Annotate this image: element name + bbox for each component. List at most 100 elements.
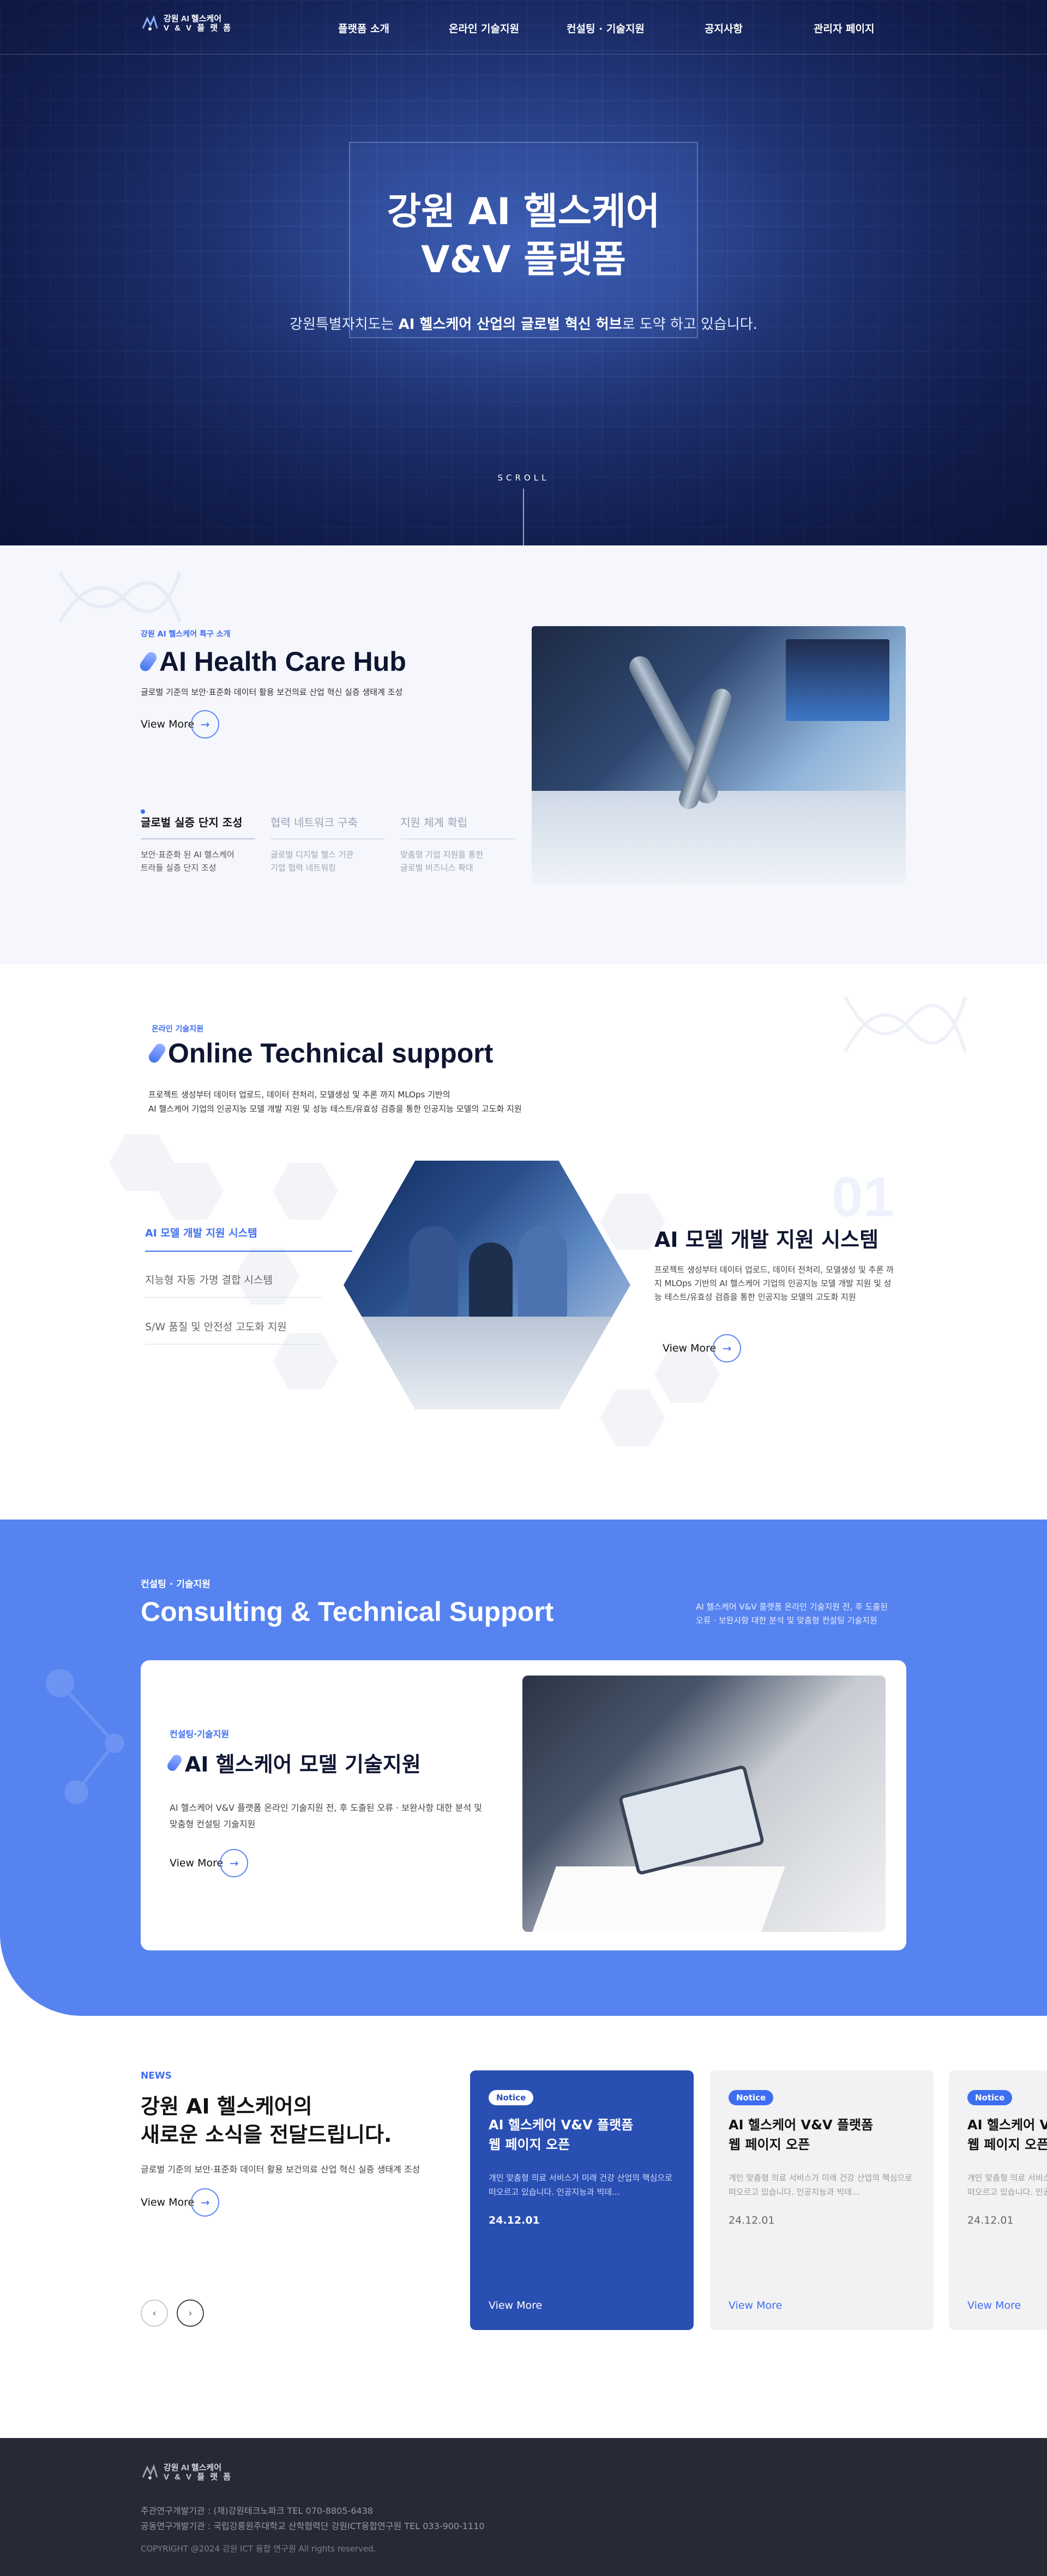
tab-underline (400, 838, 515, 839)
online-desc-line2: AI 헬스케어 기업의 인공지능 모델 개발 지원 및 성능 테스트/유효성 검… (148, 1104, 522, 1114)
news-card-title-line1: AI 헬스케어 V&V 플랫폼 (967, 2117, 1047, 2133)
nav-notice[interactable]: 공지사항 (705, 21, 743, 35)
nav-admin[interactable]: 관리자 페이지 (814, 21, 875, 35)
arrow-right-icon: → (191, 710, 220, 738)
hub-title: AI Health Care Hub (137, 646, 406, 677)
hub-tab-desc-line1: 맞춤형 기업 지원을 통한 (400, 850, 484, 860)
hero-subtitle: 강원특별자치도는 AI 헬스케어 산업의 글로벌 혁신 허브로 도약 하고 있습… (0, 313, 1047, 333)
footer-logo[interactable]: 강원 AI 헬스케어 V & V 플 랫 폼 (141, 2463, 232, 2482)
news-card-title: AI 헬스케어 V&V 플랫폼웹 페이지 오픈 (967, 2115, 1047, 2154)
news-title-line1: 강원 AI 헬스케어의 (141, 2094, 312, 2118)
hero-sub-post: 로 도약 하고 있습니다. (622, 316, 757, 333)
photo-table (532, 791, 906, 884)
card-desc-line2: 맞춤형 컨설팅 기술지원 (170, 1819, 256, 1829)
menu-divider (145, 1297, 322, 1298)
chevron-left-icon: ‹ (152, 2307, 157, 2319)
news-card-title-line2: 웹 페이지 오픈 (489, 2137, 570, 2152)
news-card[interactable]: Notice AI 헬스케어 V&V 플랫폼웹 페이지 오픈 개인 맞춤형 의료… (470, 2070, 694, 2330)
online-title-text: Online Technical support (168, 1038, 494, 1068)
detail-description: 프로젝트 생성부터 데이터 업로드, 데이터 전처리, 모델생성 및 추론 까지… (654, 1265, 894, 1302)
hub-tab-desc-line2: 트라들 실증 단지 조성 (141, 863, 216, 873)
nav-online-support[interactable]: 온라인 기술지원 (449, 21, 519, 35)
online-support-section: 온라인 기술지원 Online Technical support 프로젝트 생… (0, 964, 1047, 1520)
hub-tab-desc: 글로벌 디지털 헬스 기관 기업 협력 네트워킹 (270, 848, 385, 874)
consult-summary-line1: AI 헬스케어 V&V 플랫폼 온라인 기술지원 전, 후 도출된 (696, 1602, 888, 1612)
footer: 강원 AI 헬스케어 V & V 플 랫 폼 주관연구개발기관 : (재)강원테… (0, 2438, 1047, 2576)
menu-active-line (145, 1251, 352, 1252)
news-card-view-more[interactable]: View More (489, 2299, 542, 2311)
hub-tab-network[interactable]: 협력 네트워크 구축 글로벌 디지털 헬스 기관 기업 협력 네트워킹 (270, 814, 385, 874)
news-card-view-more[interactable]: View More (967, 2299, 1021, 2311)
online-desc-line1: 프로젝트 생성부터 데이터 업로드, 데이터 전처리, 모델생성 및 추론 까지… (148, 1090, 450, 1100)
hub-tab-support-system[interactable]: 지원 체계 확립 맞춤형 기업 지원을 통한 글로벌 비즈니스 확대 (400, 814, 515, 874)
news-card-date: 24.12.01 (489, 2214, 540, 2226)
hub-description: 글로벌 기준의 보안·표준화 데이터 활용 보건의료 산업 혁신 실증 생태계 … (141, 687, 403, 697)
logo-icon (141, 2463, 159, 2482)
team-meeting-photo (344, 1161, 630, 1409)
news-card-title-line1: AI 헬스케어 V&V 플랫폼 (729, 2117, 874, 2133)
menu-pseudonym-system[interactable]: 지능형 자동 가명 결합 시스템 (145, 1272, 273, 1287)
menu-ai-model-dev[interactable]: AI 모델 개발 지원 시스템 (145, 1225, 257, 1240)
news-view-more-button[interactable]: View More → (141, 2188, 220, 2217)
card-title: AI 헬스케어 모델 기술지원 (165, 1748, 421, 1778)
robot-arm-photo (532, 626, 906, 884)
view-more-label: View More (663, 1342, 717, 1354)
footer-info: 주관연구개발기관 : (재)강원테크노파크 TEL 070-8805-6438 … (141, 2503, 485, 2534)
photo-desk (344, 1317, 630, 1409)
news-card-title: AI 헬스케어 V&V 플랫폼웹 페이지 오픈 (729, 2115, 914, 2154)
tab-underline (270, 838, 385, 839)
photo-monitor (786, 639, 889, 721)
menu-sw-quality[interactable]: S/W 품질 및 안전성 고도화 지원 (145, 1319, 287, 1334)
dna-watermark-icon (58, 572, 182, 623)
hub-eyebrow: 강원 AI 헬스케어 특구 소개 (141, 630, 231, 639)
nav-consulting[interactable]: 컨설팅 · 기술지원 (567, 21, 645, 35)
hub-title-text: AI Health Care Hub (159, 646, 406, 677)
view-more-label: View More (141, 2196, 195, 2208)
hub-section: 강원 AI 헬스케어 특구 소개 AI Health Care Hub 글로벌 … (0, 545, 1047, 964)
news-card-view-more[interactable]: View More (729, 2299, 782, 2311)
online-title: Online Technical support (146, 1037, 494, 1069)
card-desc-line1: AI 헬스케어 V&V 플랫폼 온라인 기술지원 전, 후 도출된 오류 · 보… (170, 1803, 483, 1813)
consult-title: Consulting & Technical Support (141, 1596, 554, 1627)
footer-info-line2: 공동연구개발기관 : 국립강릉원주대학교 산학협력단 강원ICT융합연구원 TE… (141, 2521, 485, 2531)
next-news-button[interactable]: › (177, 2299, 204, 2327)
news-card-excerpt: 개인 맞춤형 의료 서비스가 미래 건강 산업의 핵심으로 떠오르고 있습니다.… (967, 2173, 1047, 2197)
view-more-label: View More (141, 718, 195, 730)
hero-section: 강원 AI 헬스케어 V & V 플 랫 폼 플랫폼 소개 온라인 기술지원 컨… (0, 0, 1047, 545)
capsule-icon (137, 650, 159, 674)
online-view-more-button[interactable]: View More → (663, 1334, 742, 1362)
news-section: NEWS 강원 AI 헬스케어의 새로운 소식을 전달드립니다. 글로벌 기준의… (0, 2016, 1047, 2438)
news-card[interactable]: Notice AI 헬스케어 V&V 플랫폼웹 페이지 오픈 개인 맞춤형 의료… (710, 2070, 934, 2330)
news-card[interactable]: Notice AI 헬스케어 V&V 플랫폼웹 페이지 오픈 개인 맞춤형 의료… (949, 2070, 1047, 2330)
nav-platform-intro[interactable]: 플랫폼 소개 (338, 21, 389, 35)
hub-tab-desc-line2: 기업 협력 네트워킹 (270, 863, 336, 873)
arrow-right-icon: → (220, 1849, 249, 1877)
hub-view-more-button[interactable]: View More → (141, 710, 220, 738)
capsule-icon (165, 1752, 184, 1773)
card-eyebrow: 컨설팅·기술지원 (170, 1729, 230, 1739)
news-card-excerpt: 개인 맞춤형 의료 서비스가 미래 건강 산업의 핵심으로 떠오르고 있습니다.… (729, 2173, 912, 2197)
capsule-icon (146, 1041, 168, 1065)
scroll-indicator-label[interactable]: SCROLL (0, 473, 1047, 483)
notice-badge: Notice (967, 2090, 1013, 2105)
top-navigation-bar: 강원 AI 헬스케어 V & V 플 랫 폼 플랫폼 소개 온라인 기술지원 컨… (0, 0, 1047, 55)
news-eyebrow: NEWS (141, 2070, 172, 2081)
news-card-title: AI 헬스케어 V&V 플랫폼웹 페이지 오픈 (489, 2115, 674, 2154)
molecule-decoration-icon (46, 1669, 124, 1804)
view-more-label: View More (170, 1857, 224, 1869)
detail-title: AI 모델 개발 지원 시스템 (654, 1228, 879, 1252)
consult-summary: AI 헬스케어 V&V 플랫폼 온라인 기술지원 전, 후 도출된 오류 · 보… (696, 1600, 914, 1628)
notice-badge: Notice (729, 2090, 774, 2105)
consult-view-more-button[interactable]: View More → (170, 1849, 249, 1877)
news-card-date: 24.12.01 (967, 2214, 1014, 2226)
tablet-hands-photo (522, 1676, 886, 1932)
footer-info-line1: 주관연구개발기관 : (재)강원테크노파크 TEL 070-8805-6438 (141, 2506, 374, 2516)
photo-paper (532, 1866, 785, 1932)
news-title-line2: 새로운 소식을 전달드립니다. (141, 2123, 392, 2147)
prev-news-button[interactable]: ‹ (141, 2299, 168, 2327)
hub-tab-desc-line1: 보안·표준화 된 AI 헬스케어 (141, 850, 234, 860)
hub-tab-desc: 보안·표준화 된 AI 헬스케어트라들 실증 단지 조성 (141, 848, 255, 874)
hub-tab-global[interactable]: 글로벌 실증 단지 조성 보안·표준화 된 AI 헬스케어 트라들 실증 단지 조… (141, 814, 255, 874)
news-card-title-line2: 웹 페이지 오픈 (729, 2137, 810, 2152)
arrow-right-icon: → (713, 1334, 742, 1362)
